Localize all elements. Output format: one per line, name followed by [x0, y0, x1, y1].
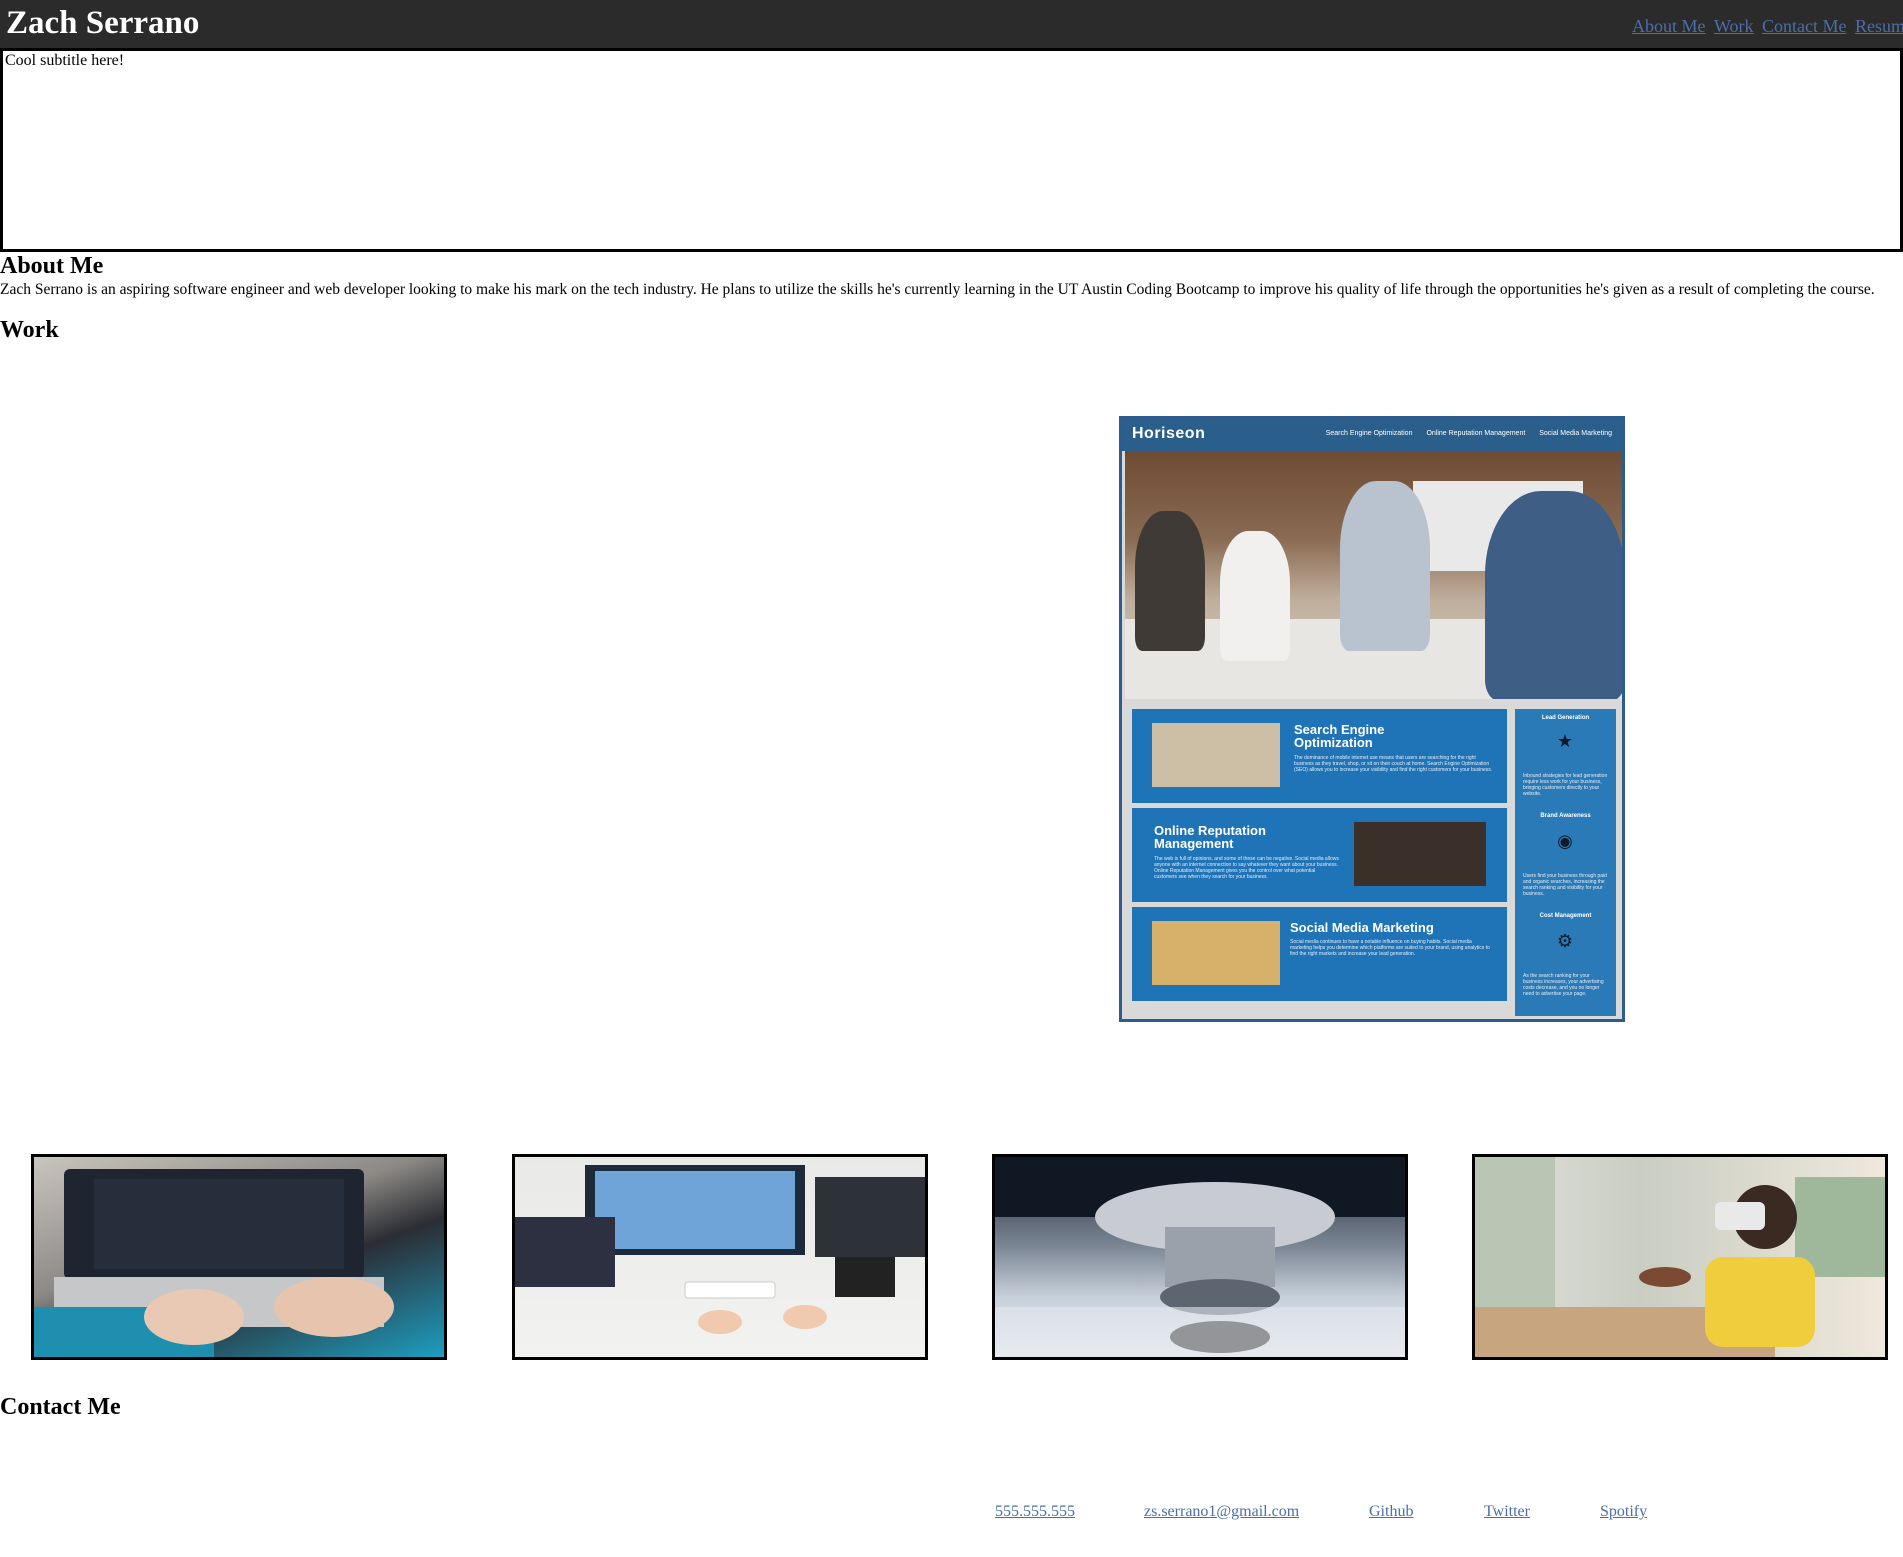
benefit-body: As the search ranking for your business … [1523, 973, 1604, 997]
featured-project-horiseon[interactable]: Horiseon Search Engine Optimization Onli… [1119, 416, 1625, 1022]
benefit-title: Lead Generation [1541, 715, 1590, 721]
benefit-title: Brand Awareness [1540, 813, 1591, 819]
microscope-image[interactable] [992, 1154, 1408, 1360]
contact-phone-link[interactable]: 555.555.555 [995, 1503, 1075, 1521]
main-nav: About Me Work Contact Me Resume [1628, 16, 1903, 37]
horiseon-card-smm: Social Media Marketing Social media cont… [1132, 907, 1507, 1001]
nav-link-about[interactable]: About Me [1632, 16, 1706, 36]
card-title-line: Social Media Marketing [1290, 920, 1434, 935]
benefit-body: Inbound strategies for lead generation r… [1523, 773, 1608, 797]
card-thumbnail [1152, 723, 1280, 787]
benefit-body: Users find your business through paid an… [1523, 873, 1607, 897]
card-title: Online Reputation Management [1154, 824, 1266, 850]
microscope-illustration [995, 1157, 1405, 1357]
horiseon-hero-image [1125, 451, 1622, 699]
broadcast-icon: ◉ [1557, 831, 1573, 852]
vr-illustration [1475, 1157, 1885, 1357]
contact-github-link[interactable]: Github [1369, 1503, 1413, 1521]
horiseon-nav-item: Social Media Marketing [1539, 430, 1612, 437]
person-shape [1485, 491, 1622, 699]
card-body: The web is full of opinions, and some of… [1154, 856, 1339, 880]
person-shape [1220, 531, 1290, 661]
laptop-coding-image[interactable] [31, 1154, 447, 1360]
horiseon-card-orm: Online Reputation Management The web is … [1132, 808, 1507, 902]
nav-link-work[interactable]: Work [1714, 16, 1754, 36]
contact-heading: Contact Me [0, 1394, 121, 1420]
contact-spotify-link[interactable]: Spotify [1600, 1503, 1647, 1521]
person-shape [1340, 481, 1430, 651]
horiseon-nav-item: Online Reputation Management [1426, 430, 1526, 437]
desk-monitors-image[interactable] [512, 1154, 928, 1360]
contact-email-link[interactable]: zs.serrano1@gmail.com [1144, 1503, 1299, 1521]
nav-link-resume[interactable]: Resume [1855, 16, 1903, 36]
about-text: Zach Serrano is an aspiring software eng… [0, 281, 1875, 298]
nav-link-contact[interactable]: Contact Me [1762, 16, 1846, 36]
horiseon-benefits-sidebar: Lead Generation ★ Inbound strategies for… [1515, 709, 1616, 1016]
horiseon-header: Horiseon Search Engine Optimization Onli… [1122, 419, 1622, 451]
horiseon-nav: Search Engine Optimization Online Reputa… [1314, 430, 1612, 437]
hero-subtitle: Cool subtitle here! [5, 52, 125, 69]
card-body: Social media continues to have a notable… [1290, 939, 1490, 957]
card-title: Social Media Marketing [1290, 921, 1434, 934]
card-body: The dominance of mobile internet use mea… [1294, 755, 1493, 773]
horiseon-logo: Horiseon [1132, 425, 1206, 442]
contact-twitter-link[interactable]: Twitter [1484, 1503, 1530, 1521]
about-heading: About Me [0, 253, 104, 279]
card-title-line: Optimization [1294, 735, 1373, 750]
horiseon-card-seo: Search Engine Optimization The dominance… [1132, 709, 1507, 803]
work-heading: Work [0, 317, 59, 343]
laptop-illustration [34, 1169, 394, 1357]
hero-banner: Cool subtitle here! [0, 48, 1903, 252]
benefit-title: Cost Management [1539, 913, 1592, 919]
card-title-line: Management [1154, 836, 1234, 851]
lightbulb-icon: ★ [1556, 731, 1574, 752]
gear-dollar-icon: ⚙ [1556, 931, 1574, 952]
site-title: Zach Serrano [6, 5, 200, 41]
card-title: Search Engine Optimization [1294, 723, 1384, 749]
horiseon-nav-item: Search Engine Optimization [1325, 430, 1413, 437]
site-header: Zach Serrano About Me Work Contact Me Re… [0, 0, 1903, 48]
card-thumbnail [1152, 921, 1280, 985]
vr-headset-image[interactable] [1472, 1154, 1888, 1360]
person-shape [1135, 511, 1205, 651]
card-thumbnail [1354, 822, 1486, 886]
desk-illustration [515, 1165, 925, 1334]
